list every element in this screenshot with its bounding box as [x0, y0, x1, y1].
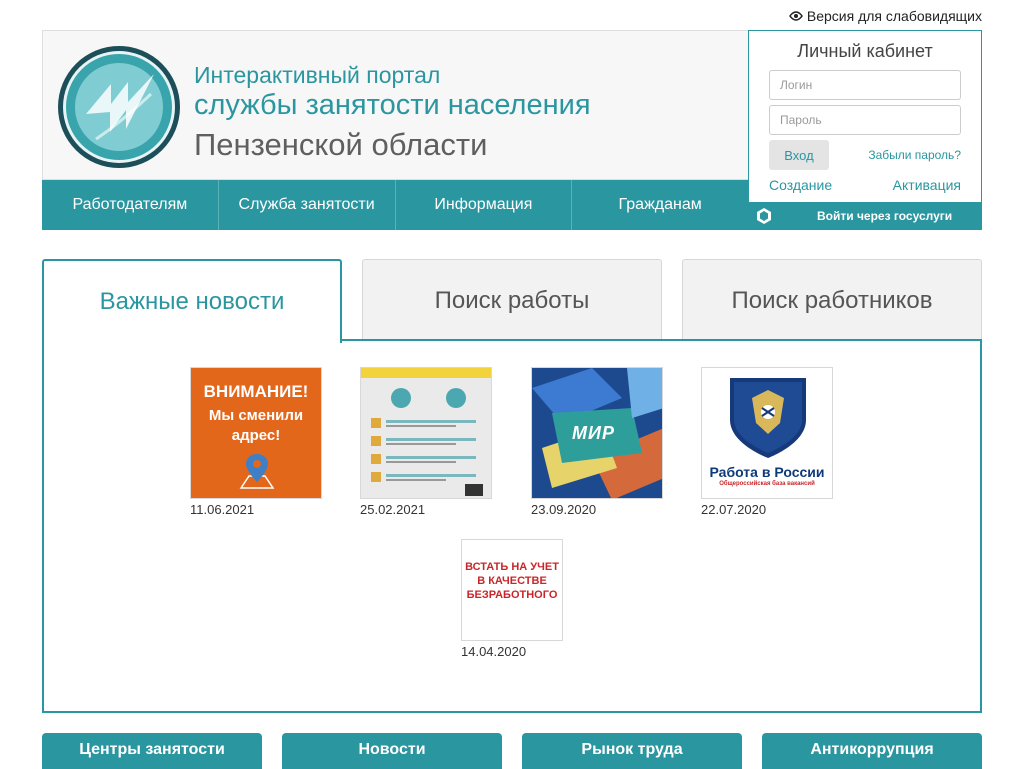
flyer-graphic-icon: [371, 388, 483, 496]
news-image-text: ВНИМАНИЕ!: [203, 382, 309, 401]
section-tab-employment-centers[interactable]: Центры занятости: [42, 733, 262, 769]
portal-title-line3: Пензенской области: [194, 127, 488, 162]
gosuslugi-label: Войти через госуслуги: [817, 209, 953, 223]
nav-item-citizens[interactable]: Гражданам: [572, 180, 748, 230]
news-panel: ВНИМАНИЕ! Мы сменили адрес! 11.06.2021 2…: [42, 339, 982, 713]
nav-item-information[interactable]: Информация: [396, 180, 573, 230]
news-image-text: ВСТАТЬ НА УЧЕТ В КАЧЕСТВЕ БЕЗРАБОТНОГО: [465, 561, 559, 601]
portal-title-line1: Интерактивный портал: [194, 62, 441, 88]
section-tab-labor-market[interactable]: Рынок труда: [522, 733, 742, 769]
news-item[interactable]: 25.02.2021: [360, 367, 492, 517]
tab-job-search[interactable]: Поиск работы: [362, 259, 662, 341]
login-button[interactable]: Вход: [769, 140, 829, 170]
site-header: Интерактивный портал службы занятости на…: [42, 30, 748, 180]
news-image-text: Мы сменили адрес!: [208, 407, 304, 444]
gosuslugi-login-button[interactable]: Войти через госуслуги: [749, 202, 981, 229]
flyer-header-bar: [361, 368, 491, 378]
news-image-text: Общероссийская база вакансий: [719, 481, 815, 487]
personal-cabinet: Личный кабинет Вход Забыли пароль? Созда…: [748, 30, 982, 230]
password-input[interactable]: [769, 105, 961, 135]
news-item[interactable]: ВСТАТЬ НА УЧЕТ В КАЧЕСТВЕ БЕЗРАБОТНОГО 1…: [461, 539, 563, 659]
news-date: 14.04.2020: [461, 644, 527, 659]
news-date: 22.07.2020: [701, 502, 767, 517]
news-date: 11.06.2021: [190, 502, 255, 517]
news-image-address-change[interactable]: ВНИМАНИЕ! Мы сменили адрес!: [190, 367, 322, 499]
news-item[interactable]: Работа в России Общероссийская база вака…: [701, 367, 833, 517]
forgot-password-link[interactable]: Забыли пароль?: [868, 148, 961, 162]
news-date: 23.09.2020: [531, 502, 597, 517]
portal-logo[interactable]: [56, 44, 182, 170]
news-image-flyer[interactable]: [360, 367, 492, 499]
tab-important-news[interactable]: Важные новости: [42, 259, 342, 343]
mir-logo-text: МИР: [572, 423, 615, 443]
nav-item-employment-service[interactable]: Служба занятости: [219, 180, 396, 230]
accessibility-link[interactable]: Версия для слабовидящих: [788, 7, 982, 25]
location-pin-icon: [239, 454, 275, 489]
create-account-link[interactable]: Создание: [769, 177, 832, 193]
gosuslugi-icon: [757, 208, 771, 224]
news-image-unemployment-registration[interactable]: ВСТАТЬ НА УЧЕТ В КАЧЕСТВЕ БЕЗРАБОТНОГО: [461, 539, 563, 641]
portal-title-line2: службы занятости населения: [194, 89, 591, 121]
news-item[interactable]: ВНИМАНИЕ! Мы сменили адрес! 11.06.2021: [190, 367, 322, 517]
news-item[interactable]: МИР 23.09.2020: [531, 367, 663, 517]
news-image-mir-cards[interactable]: МИР: [531, 367, 663, 499]
activate-account-link[interactable]: Активация: [893, 177, 961, 193]
nav-item-employers[interactable]: Работодателям: [42, 180, 219, 230]
section-tab-news[interactable]: Новости: [282, 733, 502, 769]
eye-icon: [788, 11, 803, 21]
news-image-rabota-v-rossii[interactable]: Работа в России Общероссийская база вака…: [701, 367, 833, 499]
section-tab-anticorruption[interactable]: Антикоррупция: [762, 733, 982, 769]
main-nav: Работодателям Служба занятости Информаци…: [42, 180, 748, 230]
login-input[interactable]: [769, 70, 961, 100]
news-image-text: Работа в России: [709, 464, 825, 480]
news-date: 25.02.2021: [360, 502, 426, 517]
tab-employee-search[interactable]: Поиск работников: [682, 259, 982, 341]
accessibility-label: Версия для слабовидящих: [806, 8, 982, 24]
cabinet-title: Личный кабинет: [797, 41, 933, 61]
